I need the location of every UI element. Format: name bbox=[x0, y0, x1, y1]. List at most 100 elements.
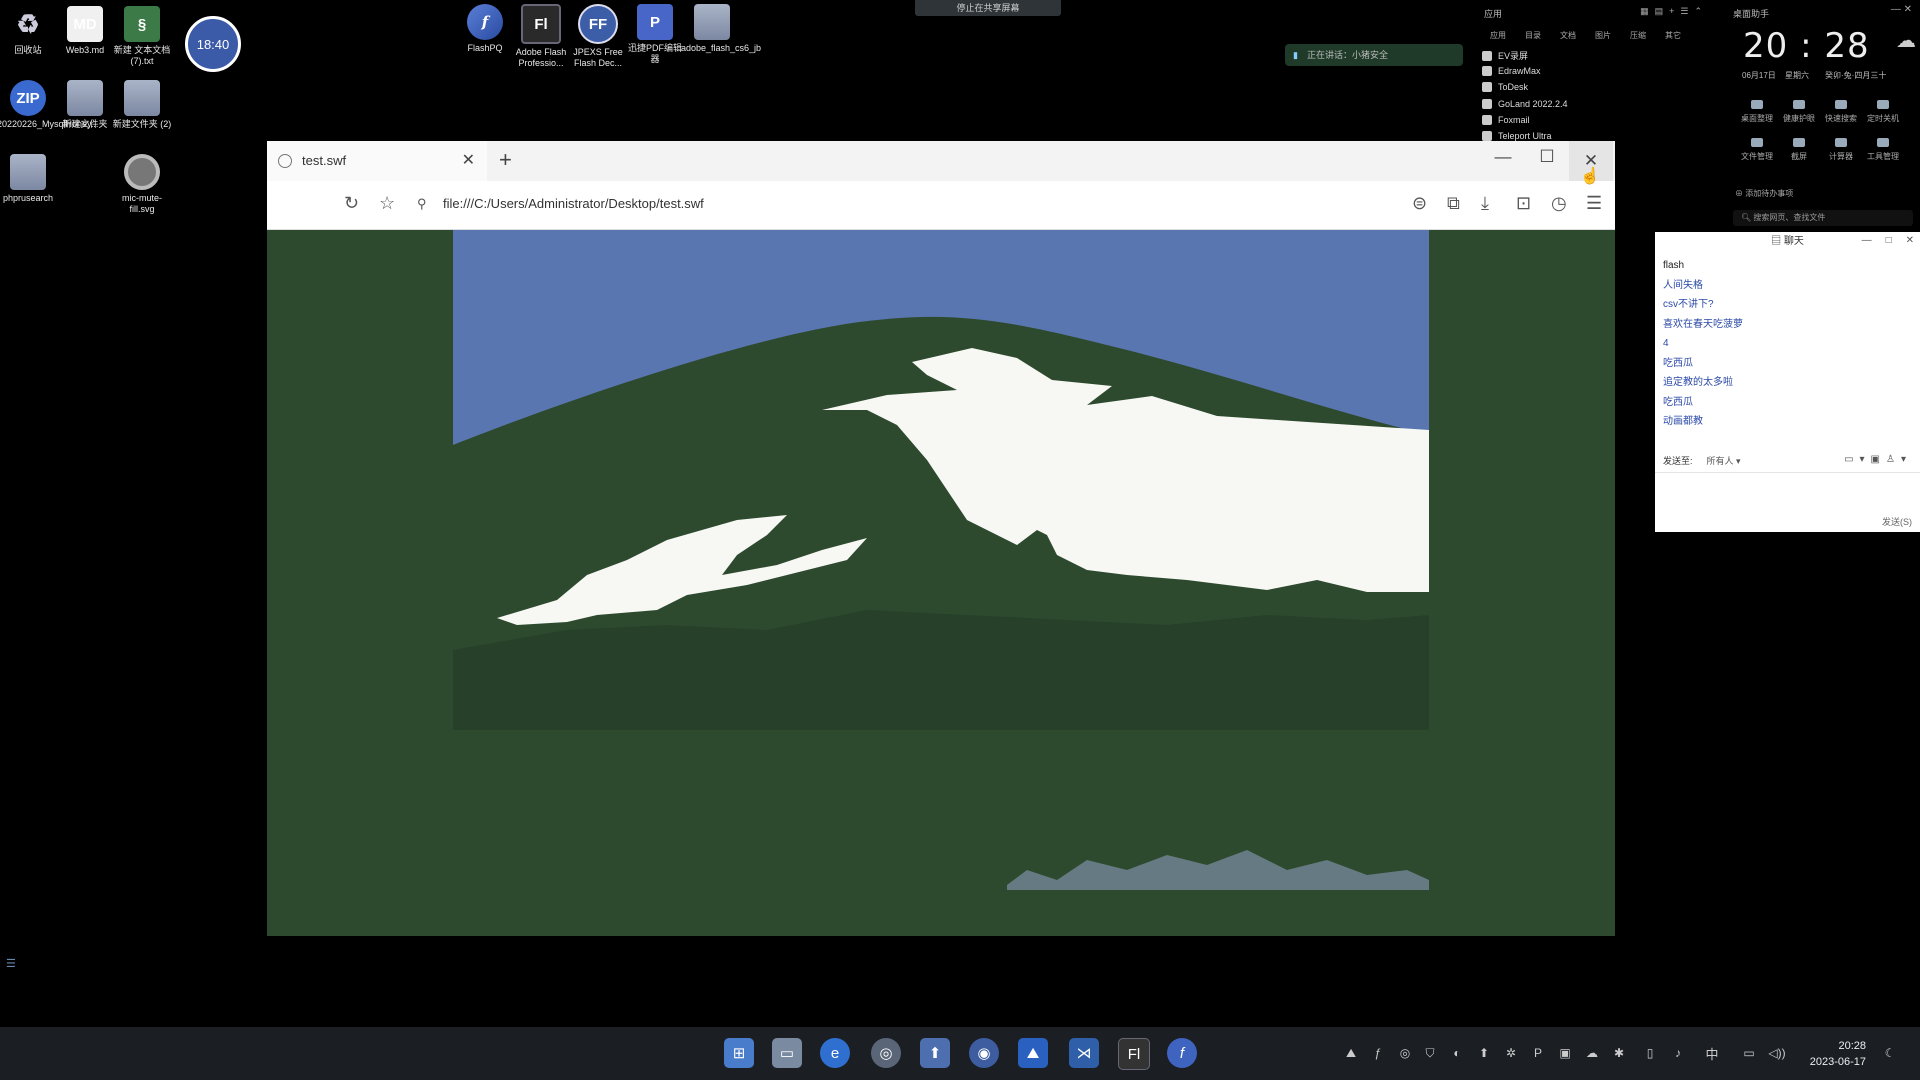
tray-monitor-icon[interactable]: ▣ bbox=[1557, 1045, 1573, 1061]
eye-care-button[interactable]: 健康护眼 bbox=[1779, 100, 1819, 124]
game-controller-icon[interactable]: ⊜ bbox=[1412, 193, 1427, 214]
share-screen-hint[interactable]: 停止在共享屏幕 bbox=[915, 0, 1061, 16]
apps-tab[interactable]: 文档 bbox=[1560, 30, 1576, 41]
calculator-button[interactable]: 计算器 bbox=[1821, 138, 1861, 162]
browser-tab[interactable]: test.swf ✕ bbox=[267, 141, 487, 181]
volume-icon[interactable]: ◁)) bbox=[1768, 1045, 1785, 1061]
apps-tab[interactable]: 应用 bbox=[1490, 30, 1506, 41]
start-icon[interactable]: ⊞ bbox=[724, 1038, 754, 1068]
quick-search-button[interactable]: 快速搜索 bbox=[1821, 100, 1861, 124]
flash-player-taskbar-icon[interactable]: f bbox=[1167, 1038, 1197, 1068]
photos-icon[interactable]: ⛰ bbox=[1018, 1038, 1048, 1068]
desktop-icon-flashpq[interactable]: f FlashPQ bbox=[454, 4, 516, 54]
desktop-icon-adobe-flash[interactable]: Fl Adobe Flash Professio... bbox=[510, 4, 572, 69]
maximize-button[interactable]: ☐ bbox=[1525, 147, 1569, 167]
menu-icon[interactable]: ☰ bbox=[1586, 193, 1602, 214]
tray-p-icon[interactable]: P bbox=[1530, 1045, 1546, 1061]
desk-organize-button[interactable]: 桌面整理 bbox=[1737, 100, 1777, 124]
microphone-icon[interactable]: ♪ bbox=[1670, 1045, 1686, 1061]
chat-message: 4 bbox=[1663, 338, 1669, 349]
new-tab-button[interactable]: + bbox=[499, 147, 512, 173]
apps-tab[interactable]: 其它 bbox=[1665, 30, 1681, 41]
desktop-icon-pdf-editor[interactable]: P 迅捷PDF编辑器 bbox=[624, 4, 686, 65]
extensions-icon[interactable]: ⧉ bbox=[1447, 193, 1460, 214]
folder-icon bbox=[1751, 138, 1763, 147]
pin-app-icon[interactable]: ⬆ bbox=[920, 1038, 950, 1068]
vscode-icon[interactable]: ⋊ bbox=[1069, 1038, 1099, 1068]
side-handle-icon[interactable]: ☰ bbox=[6, 957, 16, 970]
desktop-icon-jpexs[interactable]: FF JPEXS Free Flash Dec... bbox=[567, 4, 629, 69]
apps-tab[interactable]: 图片 bbox=[1595, 30, 1611, 41]
history-icon[interactable]: ◷ bbox=[1551, 193, 1567, 214]
taskbar-clock[interactable]: 20:28 2023-06-17 bbox=[1810, 1038, 1866, 1070]
folder-icon bbox=[10, 154, 46, 190]
tray-chat-icon[interactable]: ◐ bbox=[1449, 1045, 1465, 1061]
adobe-flash-taskbar-icon[interactable]: Fl bbox=[1118, 1038, 1150, 1070]
apps-panel-controls-icon[interactable]: ▦▤+☰⌃ bbox=[1640, 6, 1708, 17]
minimize-icon[interactable]: — bbox=[1862, 235, 1872, 246]
desktop-icon-web3-md[interactable]: MD Web3.md bbox=[54, 6, 116, 56]
desktop-assistant-widget: 桌面助手 — ✕ ☁ 20 : 28 06月17日 星期六 癸卯·兔·四月三十 … bbox=[1725, 0, 1920, 230]
app-item[interactable]: GoLand 2022.2.4 bbox=[1482, 99, 1568, 109]
desktop-icon-label: 新建文件夹 bbox=[62, 119, 108, 129]
tray-camera-icon[interactable]: ◎ bbox=[1397, 1045, 1413, 1061]
tray-gear-icon[interactable]: ✲ bbox=[1503, 1045, 1519, 1061]
desktop-icon-flash-cs6-folder[interactable]: adobe_flash_cs6_jb bbox=[681, 4, 761, 54]
apps-tab[interactable]: 目录 bbox=[1525, 30, 1541, 41]
desktop-icon-new-folder-2[interactable]: 新建文件夹 (2) bbox=[111, 80, 173, 130]
floating-clock[interactable]: 18:40 bbox=[185, 16, 241, 72]
close-icon[interactable]: ✕ bbox=[1906, 235, 1914, 246]
address-bar[interactable]: file:///C:/Users/Administrator/Desktop/t… bbox=[443, 196, 704, 211]
tray-flash-icon[interactable]: ƒ bbox=[1370, 1045, 1386, 1061]
edge-browser-icon[interactable]: e bbox=[820, 1038, 850, 1068]
desktop-icon-zip[interactable]: ZIP 20220226_MysqlHoney... bbox=[0, 80, 98, 130]
flash-scene bbox=[267, 230, 1615, 936]
mic-icon: ▮ bbox=[1293, 50, 1298, 60]
minimize-button[interactable]: — bbox=[1481, 147, 1525, 167]
app-item[interactable]: EdrawMax bbox=[1482, 66, 1541, 76]
tray-bluetooth-icon[interactable]: ✱ bbox=[1611, 1045, 1627, 1061]
tab-close-icon[interactable]: ✕ bbox=[462, 150, 475, 170]
widget-close-icon[interactable]: — ✕ bbox=[1891, 4, 1912, 15]
screenshot-button[interactable]: 截屏 bbox=[1779, 138, 1819, 162]
desktop-icon-text-file[interactable]: § 新建 文本文档 (7).txt bbox=[111, 6, 173, 67]
app-item[interactable]: Foxmail bbox=[1482, 115, 1530, 125]
chat-tool-icons[interactable]: ▭▾▣♙▾ bbox=[1844, 454, 1912, 465]
chat-send-button[interactable]: 发送(S) bbox=[1882, 515, 1912, 528]
globe-app-icon[interactable]: ◉ bbox=[969, 1038, 999, 1068]
widget-time: 20 : 28 bbox=[1743, 26, 1870, 66]
widget-date: 06月17日 bbox=[1742, 71, 1776, 80]
app-item[interactable]: Teleport Ultra bbox=[1482, 131, 1552, 141]
file-explorer-icon[interactable]: ▭ bbox=[772, 1038, 802, 1068]
send-to-dropdown[interactable]: 所有人 ▾ bbox=[1707, 456, 1741, 466]
ime-indicator[interactable]: 中 bbox=[1704, 1045, 1720, 1062]
add-todo-link[interactable]: ⊕ 添加待办事项 bbox=[1735, 188, 1793, 199]
desktop-icon-recycle-bin[interactable]: ♻ 回收站 bbox=[0, 6, 59, 56]
star-icon[interactable]: ☆ bbox=[379, 193, 395, 214]
widget-search-input[interactable]: 🔍︎ 搜索网页、查找文件 bbox=[1733, 210, 1913, 226]
file-manager-button[interactable]: 文件管理 bbox=[1737, 138, 1777, 162]
reload-icon[interactable]: ↻ bbox=[344, 193, 359, 214]
tool-manager-button[interactable]: 工具管理 bbox=[1863, 138, 1903, 162]
desktop-icon-new-folder[interactable]: 新建文件夹 bbox=[54, 80, 116, 130]
tab-title: test.swf bbox=[302, 153, 347, 168]
notifications-moon-icon[interactable]: ☾ bbox=[1882, 1045, 1898, 1061]
tray-pin-icon[interactable]: ⬆ bbox=[1476, 1045, 1492, 1061]
maximize-icon[interactable]: □ bbox=[1886, 235, 1892, 246]
chat-send-to: 发送至: 所有人 ▾ bbox=[1663, 456, 1741, 466]
app-item[interactable]: ToDesk bbox=[1482, 82, 1528, 92]
collections-icon[interactable]: ⊡ bbox=[1516, 193, 1531, 214]
tray-cloud-icon[interactable]: ☁ bbox=[1584, 1045, 1600, 1061]
desktop-icon-mic-mute-svg[interactable]: mic-mute-fill.svg bbox=[111, 154, 173, 215]
tray-shield-icon[interactable]: ⛉ bbox=[1422, 1045, 1438, 1061]
app-item[interactable]: EV录屏 bbox=[1482, 49, 1528, 62]
chrome-icon[interactable]: ◎ bbox=[871, 1038, 901, 1068]
swf-content-area[interactable] bbox=[267, 230, 1615, 936]
download-icon[interactable]: ⤓ bbox=[1481, 193, 1489, 214]
tray-usb-icon[interactable]: ▯ bbox=[1642, 1045, 1658, 1061]
tray-photos-icon[interactable]: ⛰ bbox=[1343, 1045, 1359, 1061]
timed-shutdown-button[interactable]: 定时关机 bbox=[1863, 100, 1903, 124]
network-icon[interactable]: ▭ bbox=[1741, 1045, 1757, 1061]
apps-tab[interactable]: 压缩 bbox=[1630, 30, 1646, 41]
desktop-icon-phprusearch[interactable]: phprusearch bbox=[0, 154, 59, 204]
